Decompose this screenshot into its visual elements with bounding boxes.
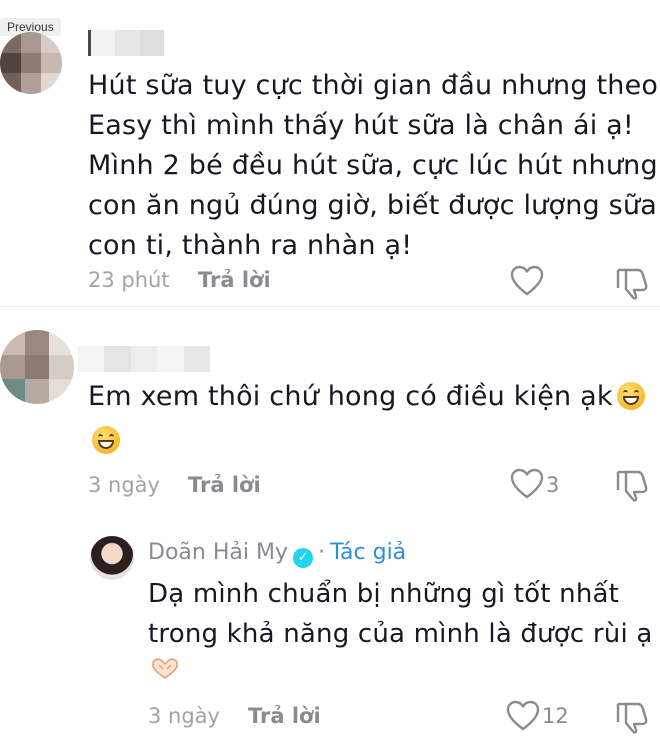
username-blurred[interactable] [88, 30, 164, 56]
heart-icon [510, 265, 544, 296]
comment-line: con ti, thành ra nhàn ạ! [88, 230, 413, 261]
reply-line: trong khả năng của mình là được rùi ạ [148, 619, 653, 649]
comment-line: Hút sữa tuy cực thời gian đầu nhưng theo [88, 70, 659, 101]
author-tag: Tác giả [330, 540, 407, 565]
like-count: 3 [546, 473, 560, 497]
thumbs-down-icon [616, 470, 648, 502]
author-avatar[interactable] [90, 536, 134, 580]
username-blurred[interactable] [78, 346, 211, 372]
comment-line: Mình 2 bé đều hút sữa, cực lúc hút nhưng [88, 150, 658, 181]
grinning-face-icon [616, 382, 645, 410]
like-count: 12 [542, 704, 569, 728]
heart-hands-icon [150, 656, 180, 680]
avatar[interactable] [0, 32, 62, 94]
dislike-button[interactable] [614, 700, 650, 734]
reply-time: 3 ngày [148, 704, 220, 728]
dislike-button[interactable] [614, 266, 650, 300]
comment-time: 3 ngày [88, 473, 160, 497]
comment-text: Hút sữa tuy cực thời gian đầu nhưng theo… [88, 66, 658, 266]
reply-line: Dạ mình chuẩn bị những gì tốt nhất [148, 579, 620, 609]
thumbs-down-icon [616, 268, 648, 300]
comment-time: 23 phút [88, 268, 170, 292]
comment-line: con ăn ngủ đúng giờ, biết được lượng sữa [88, 190, 657, 221]
verified-badge-icon: ✓ [293, 548, 314, 568]
divider [0, 306, 660, 307]
reply-button[interactable]: Trả lời [188, 473, 261, 497]
separator: · [318, 540, 326, 565]
thumbs-down-icon [616, 702, 648, 734]
comment-text: Em xem thôi chứ hong có điều kiện ạk [88, 377, 645, 461]
dislike-button[interactable] [614, 468, 650, 502]
like-button[interactable] [506, 700, 540, 732]
like-button[interactable] [510, 265, 544, 297]
comment-line: Easy thì mình thấy hút sữa là chân ái ạ! [88, 110, 634, 141]
heart-icon [506, 700, 540, 731]
reply-button[interactable]: Trả lời [248, 704, 321, 728]
author-header: Doãn Hải My ✓ · Tác giả [148, 540, 406, 568]
comment-line: Em xem thôi chứ hong có điều kiện ạk [88, 381, 613, 412]
reply-button[interactable]: Trả lời [198, 268, 271, 292]
author-name[interactable]: Doãn Hải My [148, 540, 288, 565]
heart-icon [510, 468, 544, 499]
like-button[interactable] [510, 468, 544, 500]
avatar[interactable] [0, 330, 74, 404]
grinning-face-icon [92, 426, 120, 454]
reply-text: Dạ mình chuẩn bị những gì tốt nhất trong… [148, 574, 652, 654]
